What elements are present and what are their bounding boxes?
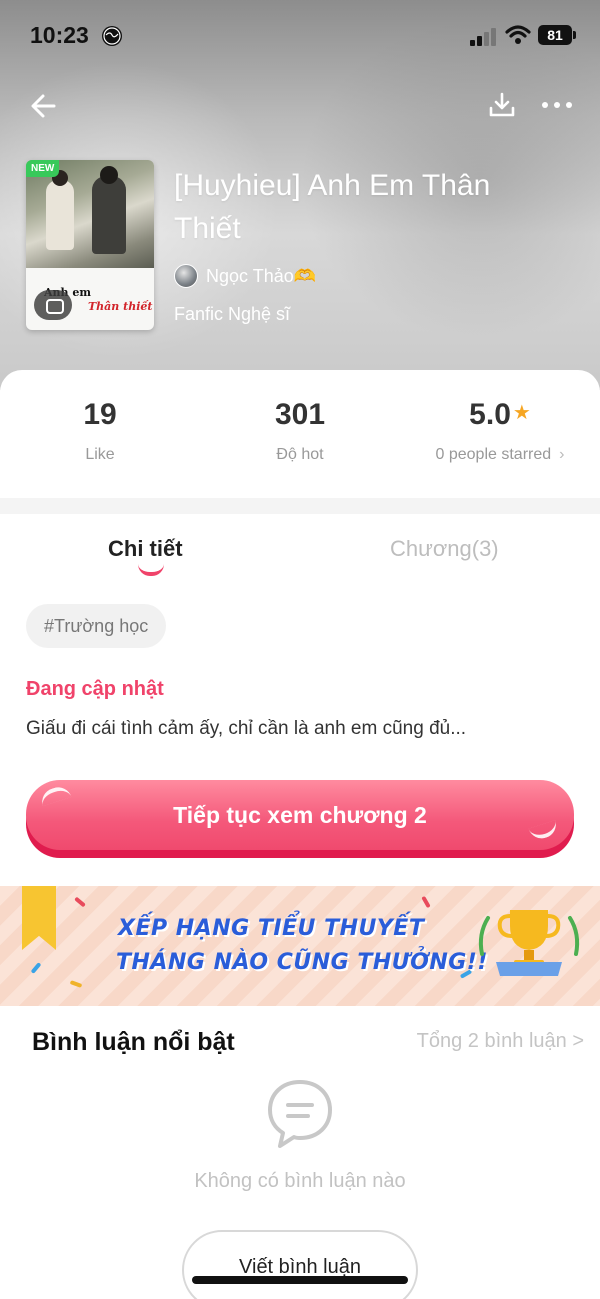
continue-reading-button[interactable]: Tiếp tục xem chương 2 bbox=[26, 780, 574, 858]
stat-hot: 301 Độ hot bbox=[200, 398, 400, 464]
chat-bubble-icon[interactable] bbox=[34, 290, 72, 320]
banner-line2: THÁNG NÀO CŨNG THƯỞNG!! bbox=[116, 950, 488, 975]
new-badge: NEW bbox=[26, 160, 60, 177]
active-tab-indicator bbox=[138, 564, 164, 576]
empty-comments-text: Không có bình luận nào bbox=[194, 1170, 406, 1192]
stat-rating[interactable]: 5.0 ★ 0 people starred › bbox=[400, 398, 600, 464]
hot-label: Độ hot bbox=[276, 446, 324, 463]
tag-chip[interactable]: #Trường học bbox=[26, 604, 167, 648]
more-icon[interactable] bbox=[540, 90, 574, 120]
battery-indicator: 81 bbox=[538, 25, 576, 45]
avatar bbox=[174, 264, 198, 288]
write-comment-button[interactable]: Viết bình luận bbox=[182, 1230, 418, 1299]
download-icon[interactable] bbox=[487, 90, 517, 120]
hot-value: 301 bbox=[274, 398, 326, 431]
update-status: Đang cập nhật bbox=[26, 678, 164, 700]
globe-icon bbox=[102, 26, 122, 46]
stats-card: 19 Like 301 Độ hot 5.0 ★ 0 people starred… bbox=[0, 370, 600, 498]
signal-icon bbox=[470, 26, 498, 46]
write-comment-label: Viết bình luận bbox=[239, 1256, 361, 1278]
star-icon: ★ bbox=[512, 402, 531, 424]
details-section: Chi tiết Chương(3) #Trường học Đang cập … bbox=[0, 514, 600, 886]
top-bar bbox=[0, 88, 600, 124]
likes-label: Like bbox=[85, 446, 115, 463]
bookmark-icon bbox=[22, 886, 56, 950]
home-indicator bbox=[192, 1276, 408, 1284]
tab-chapters[interactable]: Chương(3) bbox=[390, 536, 499, 562]
ranking-banner[interactable]: XẾP HẠNG TIỂU THUYẾT THÁNG NÀO CŨNG THƯỞ… bbox=[0, 886, 600, 1006]
banner-line1: XẾP HẠNG TIỂU THUYẾT bbox=[118, 916, 425, 941]
trophy-icon bbox=[478, 910, 580, 976]
rating-label: 0 people starred bbox=[435, 446, 552, 463]
book-title: [Huyhieu] Anh Em Thân Thiết bbox=[174, 169, 491, 245]
tab-details[interactable]: Chi tiết bbox=[108, 536, 183, 562]
cover-title-line2: Thân thiết bbox=[88, 300, 153, 313]
wifi-icon bbox=[505, 24, 531, 46]
comments-total-link[interactable]: Tổng 2 bình luận > bbox=[417, 1030, 584, 1053]
back-arrow-icon[interactable] bbox=[28, 90, 60, 122]
genre-label[interactable]: Fanfic Nghệ sĩ bbox=[174, 304, 290, 325]
book-description: Giấu đi cái tình cảm ấy, chỉ cần là anh … bbox=[26, 718, 467, 739]
author-name: Ngọc Thảo🫶 bbox=[206, 266, 317, 286]
comments-section: Bình luận nổi bật Tổng 2 bình luận > Khô… bbox=[0, 1006, 600, 1299]
book-header: 10:23 81 NEW Anh em Thân thiết [Huyhieu] bbox=[0, 0, 600, 390]
book-cover[interactable]: NEW Anh em Thân thiết bbox=[26, 160, 154, 330]
comments-title: Bình luận nổi bật bbox=[32, 1028, 235, 1056]
status-time: 10:23 bbox=[30, 22, 89, 48]
likes-value: 19 bbox=[83, 398, 117, 431]
chevron-right-icon: › bbox=[559, 446, 565, 463]
rating-value: 5.0 bbox=[469, 398, 511, 431]
status-bar: 10:23 81 bbox=[0, 20, 600, 52]
stat-likes: 19 Like bbox=[0, 398, 200, 464]
chat-bubble-icon bbox=[268, 1080, 332, 1148]
continue-reading-label: Tiếp tục xem chương 2 bbox=[26, 780, 574, 850]
